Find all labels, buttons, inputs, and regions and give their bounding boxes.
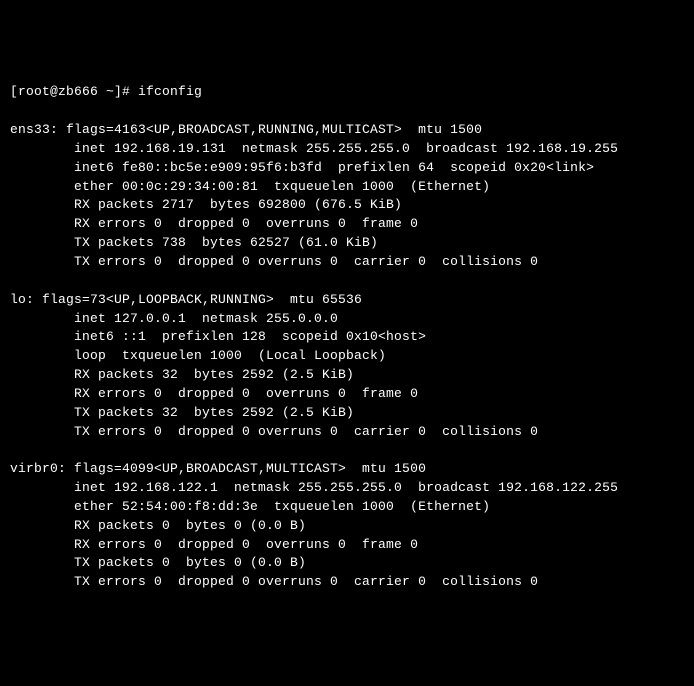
interface-detail-line: inet 127.0.0.1 netmask 255.0.0.0 [10, 310, 684, 329]
interface-detail-line: TX packets 32 bytes 2592 (2.5 KiB) [10, 404, 684, 423]
interface-detail-line: RX errors 0 dropped 0 overruns 0 frame 0 [10, 385, 684, 404]
interface-detail-line: ether 52:54:00:f8:dd:3e txqueuelen 1000 … [10, 498, 684, 517]
interface-detail-line: loop txqueuelen 1000 (Local Loopback) [10, 347, 684, 366]
interface-detail-line: RX errors 0 dropped 0 overruns 0 frame 0 [10, 215, 684, 234]
interface-detail-line: inet6 fe80::bc5e:e909:95f6:b3fd prefixle… [10, 159, 684, 178]
interface-detail-line: RX packets 2717 bytes 692800 (676.5 KiB) [10, 196, 684, 215]
interface-detail-line: TX errors 0 dropped 0 overruns 0 carrier… [10, 253, 684, 272]
shell-prompt: [root@zb666 ~]# [10, 84, 138, 99]
interface-header: lo: flags=73<UP,LOOPBACK,RUNNING> mtu 65… [10, 291, 684, 310]
interface-detail-line: TX packets 0 bytes 0 (0.0 B) [10, 554, 684, 573]
interface-detail-line: RX errors 0 dropped 0 overruns 0 frame 0 [10, 536, 684, 555]
interface-detail-line: TX errors 0 dropped 0 overruns 0 carrier… [10, 573, 684, 592]
interface-detail-line: ether 00:0c:29:34:00:81 txqueuelen 1000 … [10, 178, 684, 197]
interface-detail-line: inet 192.168.122.1 netmask 255.255.255.0… [10, 479, 684, 498]
interface-detail-line: TX packets 738 bytes 62527 (61.0 KiB) [10, 234, 684, 253]
interface-detail-line: RX packets 32 bytes 2592 (2.5 KiB) [10, 366, 684, 385]
interface-header: ens33: flags=4163<UP,BROADCAST,RUNNING,M… [10, 121, 684, 140]
command-text: ifconfig [138, 84, 202, 99]
interface-header: virbr0: flags=4099<UP,BROADCAST,MULTICAS… [10, 460, 684, 479]
interface-detail-line: inet6 ::1 prefixlen 128 scopeid 0x10<hos… [10, 328, 684, 347]
blank-line [10, 272, 684, 291]
interface-detail-line: TX errors 0 dropped 0 overruns 0 carrier… [10, 423, 684, 442]
command-output: ens33: flags=4163<UP,BROADCAST,RUNNING,M… [10, 121, 684, 592]
interface-detail-line: RX packets 0 bytes 0 (0.0 B) [10, 517, 684, 536]
blank-line [10, 441, 684, 460]
interface-detail-line: inet 192.168.19.131 netmask 255.255.255.… [10, 140, 684, 159]
prompt-line[interactable]: [root@zb666 ~]# ifconfig [10, 83, 684, 102]
